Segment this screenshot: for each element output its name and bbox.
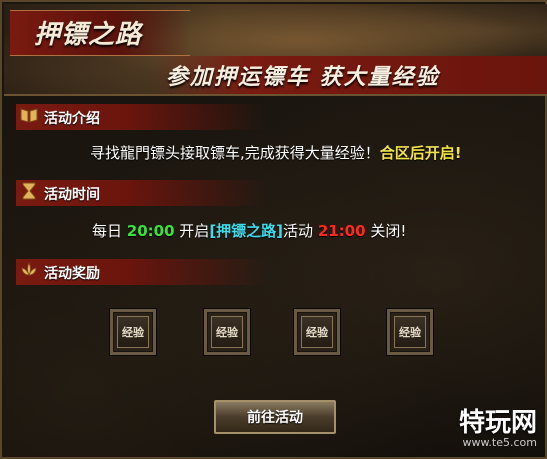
watermark-url: www.te5.com	[462, 436, 537, 449]
section-header-time: 活动时间	[16, 180, 266, 206]
reward-item-exp: 经验	[117, 316, 149, 348]
section-label-intro: 活动介绍	[44, 111, 100, 127]
watermark-logo-text: 特玩网	[458, 408, 537, 438]
time-start: 20:00	[126, 222, 175, 240]
intro-text-main: 寻找龍門镖头接取镖车,完成获得大量经验！	[90, 144, 380, 162]
slogan: 参加押运镖车 获大量经验	[166, 64, 440, 90]
time-close: 关闭!	[365, 222, 407, 240]
time-end: 21:00	[317, 222, 366, 240]
page-title: 押镖之路	[34, 20, 143, 50]
book-icon	[18, 105, 40, 127]
reward-item-exp: 经验	[394, 316, 426, 348]
event-name: [押镖之路]	[209, 222, 284, 240]
intro-text: 寻找龍門镖头接取镖车,完成获得大量经验！合区后开启!	[90, 142, 462, 163]
section-header-intro: 活动介绍	[16, 104, 266, 130]
reward-slot-1[interactable]: 经验	[110, 309, 156, 355]
header-banner: 押镖之路 参加押运镖车 获大量经验	[4, 4, 547, 96]
time-prefix: 每日	[92, 222, 127, 240]
event-panel: 押镖之路 参加押运镖车 获大量经验 活动介绍 寻找龍門镖头接取镖车,完成获得大量…	[0, 0, 547, 459]
lotus-icon	[18, 260, 40, 282]
section-label-time: 活动时间	[44, 187, 100, 203]
reward-slot-3[interactable]: 经验	[294, 309, 340, 355]
hourglass-icon	[18, 181, 40, 203]
reward-slot-2[interactable]: 经验	[204, 309, 250, 355]
go-to-event-button[interactable]: 前往活动	[214, 400, 336, 434]
time-mid: 活动	[283, 222, 318, 240]
time-open: 开启	[174, 222, 210, 240]
section-header-reward: 活动奖励	[16, 259, 266, 285]
section-label-reward: 活动奖励	[44, 266, 100, 282]
time-text: 每日 20:00 开启[押镖之路]活动 21:00 关闭!	[92, 220, 406, 241]
reward-item-exp: 经验	[301, 316, 333, 348]
reward-slot-4[interactable]: 经验	[387, 309, 433, 355]
watermark: 特玩网 www.te5.com	[459, 410, 537, 449]
reward-item-exp: 经验	[211, 316, 243, 348]
intro-text-highlight: 合区后开启!	[379, 144, 462, 162]
